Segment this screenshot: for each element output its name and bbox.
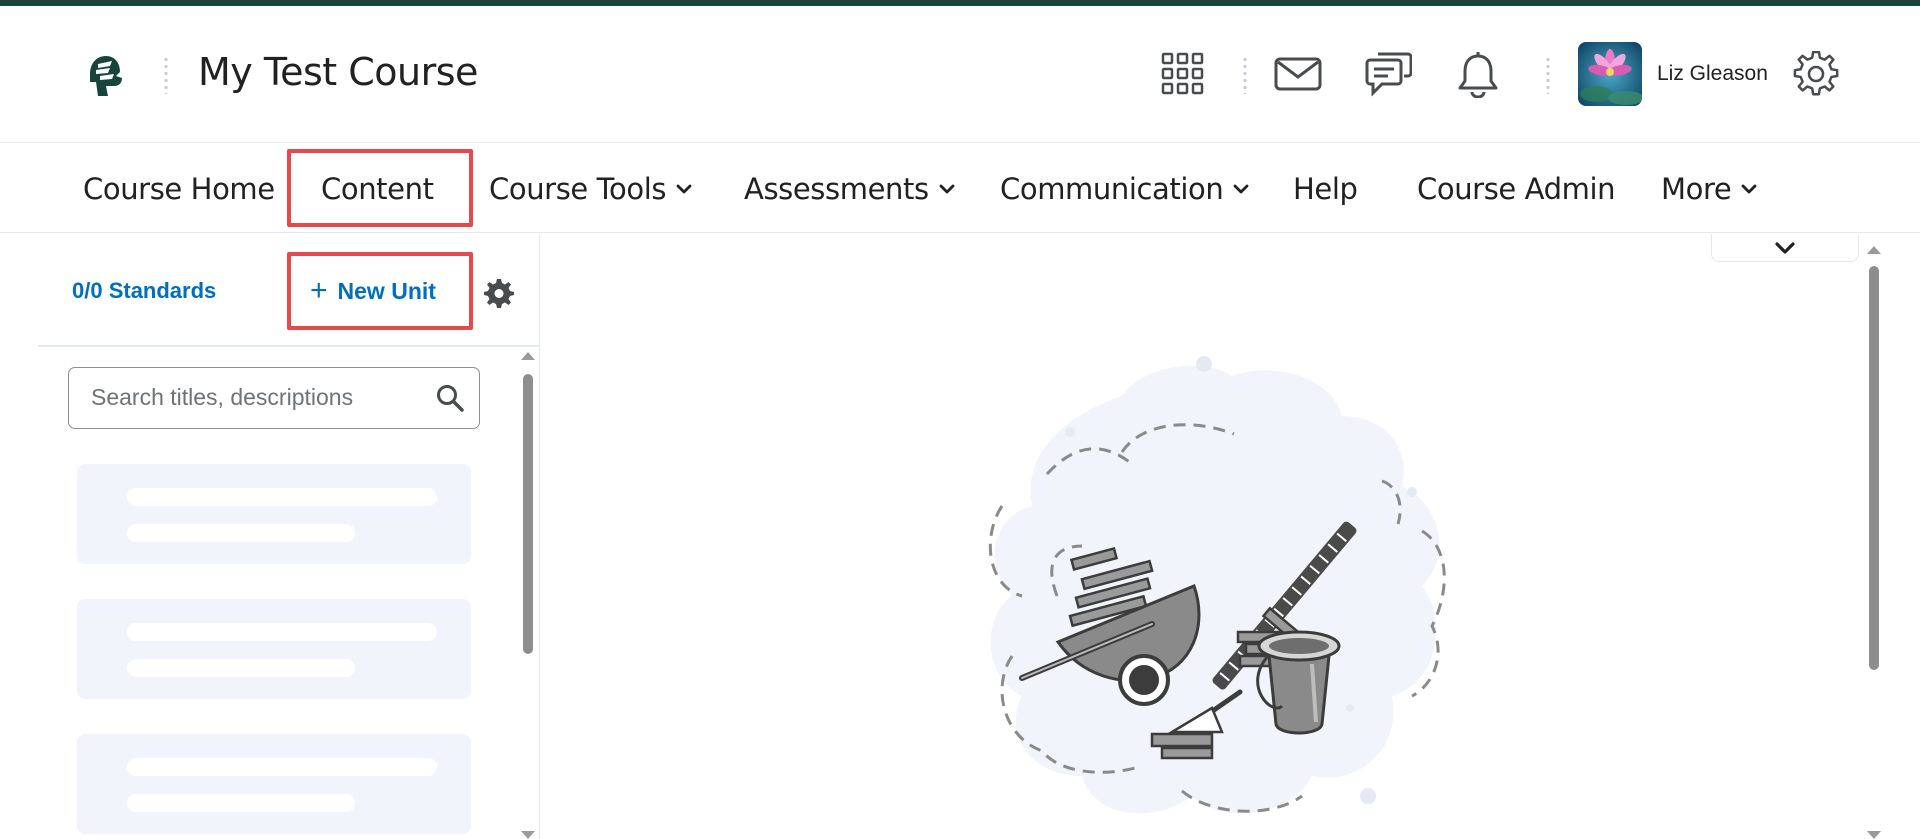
header-separator	[164, 56, 168, 94]
app-grid-icon[interactable]	[1157, 48, 1209, 100]
spartan-logo-icon[interactable]	[86, 52, 126, 100]
header-separator	[1243, 56, 1247, 94]
plus-icon: +	[310, 274, 328, 307]
header-separator	[1546, 56, 1550, 94]
nav-course-home[interactable]: Course Home	[83, 169, 275, 209]
search-input[interactable]	[91, 384, 411, 411]
nav-label: Assessments	[744, 172, 929, 206]
search-box[interactable]	[68, 367, 480, 429]
nav-help[interactable]: Help	[1293, 169, 1358, 209]
nav-label: Course Admin	[1417, 172, 1616, 206]
skeleton-card	[77, 734, 471, 834]
standards-link[interactable]: 0/0 Standards	[72, 278, 216, 304]
skeleton-card	[77, 464, 471, 564]
chevron-down-icon	[676, 184, 692, 194]
nav-label: Course Home	[83, 172, 275, 206]
nav-label: Content	[321, 172, 434, 206]
skeleton-line	[127, 659, 355, 677]
settings-gear-icon[interactable]	[484, 278, 514, 308]
nav-label: More	[1661, 172, 1732, 206]
skeleton-line	[127, 794, 355, 812]
nav-content[interactable]: Content	[321, 169, 434, 209]
scroll-up-arrow-icon[interactable]	[521, 352, 535, 360]
skeleton-line	[127, 623, 437, 641]
nav-label: Help	[1293, 172, 1358, 206]
main-scrollbar[interactable]	[1866, 246, 1882, 839]
scroll-up-arrow-icon[interactable]	[1867, 246, 1881, 254]
collapse-toggle[interactable]	[1711, 234, 1859, 262]
scroll-down-arrow-icon[interactable]	[521, 831, 535, 839]
bell-icon[interactable]	[1452, 48, 1504, 100]
chevron-down-icon	[1775, 241, 1795, 254]
course-title[interactable]: My Test Course	[198, 50, 478, 94]
new-unit-label: New Unit	[337, 277, 436, 304]
course-navbar: Course Home Content Course Tools Assessm…	[0, 143, 1920, 233]
user-name[interactable]: Liz Gleason	[1657, 62, 1768, 86]
chevron-down-icon	[1233, 184, 1249, 194]
chevron-down-icon	[939, 184, 955, 194]
search-icon[interactable]	[435, 383, 465, 413]
skeleton-card	[77, 599, 471, 699]
gear-icon[interactable]	[1790, 48, 1842, 100]
nav-label: Communication	[1000, 172, 1224, 206]
nav-course-admin[interactable]: Course Admin	[1417, 169, 1615, 209]
mail-icon[interactable]	[1272, 48, 1324, 100]
main-scroll-thumb[interactable]	[1869, 266, 1879, 670]
nav-course-tools[interactable]: Course Tools	[489, 169, 692, 209]
panel-divider	[38, 345, 540, 347]
top-header: My Test Course Liz Gleason	[0, 6, 1920, 143]
skeleton-line	[127, 524, 355, 542]
chat-icon[interactable]	[1362, 48, 1414, 100]
content-sidebar: 0/0 Standards + New Unit	[0, 234, 540, 839]
content-main-area	[541, 234, 1920, 839]
under-construction-illustration	[988, 356, 1446, 814]
nav-label: Course Tools	[489, 172, 667, 206]
sidebar-scrollbar[interactable]	[520, 352, 536, 839]
avatar[interactable]	[1578, 42, 1642, 106]
chevron-down-icon	[1741, 184, 1757, 194]
sidebar-scroll-thumb[interactable]	[523, 374, 533, 654]
skeleton-line	[127, 488, 437, 506]
scroll-down-arrow-icon[interactable]	[1867, 831, 1881, 839]
nav-communication[interactable]: Communication	[1000, 169, 1249, 209]
nav-more[interactable]: More	[1661, 169, 1757, 209]
skeleton-line	[127, 758, 437, 776]
new-unit-button[interactable]: + New Unit	[310, 276, 436, 306]
nav-assessments[interactable]: Assessments	[744, 169, 955, 209]
